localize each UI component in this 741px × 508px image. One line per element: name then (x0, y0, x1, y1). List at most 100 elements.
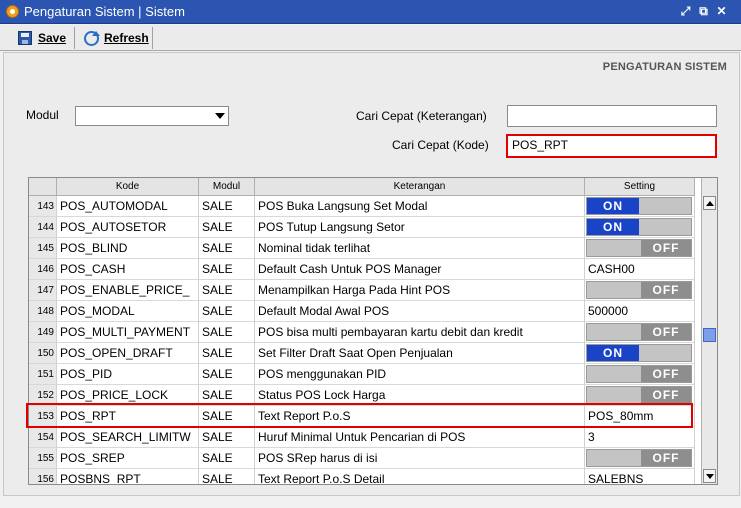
cell-modul[interactable]: SALE (199, 448, 255, 469)
toggle-switch[interactable]: ON (586, 197, 692, 215)
cell-setting[interactable]: 3 (585, 427, 695, 448)
table-row[interactable]: 151 POS_PID SALE POS menggunakan PID OFF (29, 364, 695, 385)
table-row[interactable]: 154 POS_SEARCH_LIMITW SALE Huruf Minimal Un… (29, 427, 695, 448)
cell-modul[interactable]: SALE (199, 217, 255, 238)
cell-modul[interactable]: SALE (199, 469, 255, 484)
save-button[interactable]: Save (14, 28, 70, 48)
cell-setting[interactable]: CASH00 (585, 259, 695, 280)
cell-keterangan[interactable]: Huruf Minimal Untuk Pencarian di POS (255, 427, 585, 448)
row-number[interactable]: 144 (29, 217, 57, 238)
cell-kode[interactable]: POS_PID (57, 364, 199, 385)
cell-kode[interactable]: POS_SEARCH_LIMITW (57, 427, 199, 448)
cell-modul[interactable]: SALE (199, 301, 255, 322)
row-number[interactable]: 145 (29, 238, 57, 259)
table-row[interactable]: 145 POS_BLIND SALE Nominal tidak terlihat OF… (29, 238, 695, 259)
row-number[interactable]: 147 (29, 280, 57, 301)
table-row[interactable]: 155 POS_SREP SALE POS SRep harus di isi OFF (29, 448, 695, 469)
cell-setting[interactable]: OFF (585, 280, 695, 301)
table-row[interactable]: 150 POS_OPEN_DRAFT SALE Set Filter Draft Sa… (29, 343, 695, 364)
cell-kode[interactable]: POS_AUTOSETOR (57, 217, 199, 238)
window-titlebar: Pengaturan Sistem | Sistem ⤢ ⧉ ✕ (0, 0, 741, 24)
cell-keterangan[interactable]: POS Tutup Langsung Setor (255, 217, 585, 238)
cell-kode[interactable]: POS_SREP (57, 448, 199, 469)
cell-keterangan[interactable]: POS Buka Langsung Set Modal (255, 196, 585, 217)
row-number[interactable]: 146 (29, 259, 57, 280)
cell-modul[interactable]: SALE (199, 343, 255, 364)
refresh-button[interactable]: Refresh (80, 28, 153, 48)
cell-keterangan[interactable]: Nominal tidak terlihat (255, 238, 585, 259)
cell-keterangan[interactable]: Set Filter Draft Saat Open Penjualan (255, 343, 585, 364)
cell-setting[interactable]: ON (585, 217, 695, 238)
cell-setting[interactable]: 500000 (585, 301, 695, 322)
table-row[interactable]: 143 POS_AUTOMODAL SALE POS Buka Langsung Se… (29, 196, 695, 217)
cell-modul[interactable]: SALE (199, 427, 255, 448)
row-number[interactable]: 155 (29, 448, 57, 469)
scroll-up-icon[interactable] (703, 196, 716, 210)
toggle-switch[interactable]: OFF (586, 449, 692, 467)
cari-keterangan-input[interactable] (507, 105, 717, 127)
toggle-switch[interactable]: ON (586, 344, 692, 362)
row-number[interactable]: 143 (29, 196, 57, 217)
cell-kode[interactable]: POS_ENABLE_PRICE_ (57, 280, 199, 301)
cell-kode[interactable]: POS_MULTI_PAYMENT (57, 322, 199, 343)
cell-modul[interactable]: SALE (199, 322, 255, 343)
close-icon[interactable]: ✕ (714, 4, 729, 19)
table-row[interactable]: 148 POS_MODAL SALE Default Modal Awal POS 50… (29, 301, 695, 322)
header-setting[interactable]: Setting (585, 178, 695, 196)
cell-kode[interactable]: POS_MODAL (57, 301, 199, 322)
table-row[interactable]: 149 POS_MULTI_PAYMENT SALE POS bisa multi p… (29, 322, 695, 343)
cari-kode-input[interactable]: POS_RPT (506, 134, 717, 158)
table-row[interactable]: 156 POSBNS_RPT SALE Text Report P.o.S Detai… (29, 469, 695, 484)
table-row[interactable]: 147 POS_ENABLE_PRICE_ SALE Menampilkan Harg… (29, 280, 695, 301)
header-keterangan[interactable]: Keterangan (255, 178, 585, 196)
cell-keterangan[interactable]: Menampilkan Harga Pada Hint POS (255, 280, 585, 301)
header-modul[interactable]: Modul (199, 178, 255, 196)
cell-setting[interactable]: OFF (585, 448, 695, 469)
row-number[interactable]: 156 (29, 469, 57, 484)
cell-keterangan[interactable]: POS SRep harus di isi (255, 448, 585, 469)
chevron-down-icon[interactable] (215, 113, 225, 119)
row-number[interactable]: 149 (29, 322, 57, 343)
row-number[interactable]: 151 (29, 364, 57, 385)
cell-keterangan[interactable]: POS menggunakan PID (255, 364, 585, 385)
cell-kode[interactable]: POS_CASH (57, 259, 199, 280)
cell-keterangan[interactable]: Text Report P.o.S Detail (255, 469, 585, 484)
header-kode[interactable]: Kode (57, 178, 199, 196)
cell-kode[interactable]: POSBNS_RPT (57, 469, 199, 484)
cell-modul[interactable]: SALE (199, 364, 255, 385)
restore-icon[interactable]: ⤢ (678, 4, 693, 19)
row-number[interactable]: 148 (29, 301, 57, 322)
toggle-switch[interactable]: OFF (586, 365, 692, 383)
cell-keterangan[interactable]: POS bisa multi pembayaran kartu debit da… (255, 322, 585, 343)
cell-modul[interactable]: SALE (199, 196, 255, 217)
cell-modul[interactable]: SALE (199, 238, 255, 259)
toggle-switch[interactable]: OFF (586, 323, 692, 341)
toggle-off-label: OFF (641, 282, 691, 298)
table-row[interactable]: 144 POS_AUTOSETOR SALE POS Tutup Langsung S… (29, 217, 695, 238)
cell-setting[interactable]: OFF (585, 238, 695, 259)
toggle-switch[interactable]: ON (586, 218, 692, 236)
cell-modul[interactable]: SALE (199, 259, 255, 280)
cell-setting[interactable]: OFF (585, 364, 695, 385)
row-number[interactable]: 154 (29, 427, 57, 448)
cell-setting[interactable]: ON (585, 343, 695, 364)
scroll-down-icon[interactable] (703, 469, 716, 483)
cell-setting[interactable]: OFF (585, 322, 695, 343)
cell-setting[interactable]: ON (585, 196, 695, 217)
cell-keterangan[interactable]: Default Modal Awal POS (255, 301, 585, 322)
modul-select[interactable] (75, 106, 229, 126)
row-number[interactable]: 150 (29, 343, 57, 364)
cell-keterangan[interactable]: Default Cash Untuk POS Manager (255, 259, 585, 280)
cell-kode[interactable]: POS_AUTOMODAL (57, 196, 199, 217)
maximize-icon[interactable]: ⧉ (696, 4, 711, 19)
table-row[interactable]: 146 POS_CASH SALE Default Cash Untuk POS Ma… (29, 259, 695, 280)
vertical-scrollbar[interactable] (701, 178, 717, 484)
cell-kode[interactable]: POS_BLIND (57, 238, 199, 259)
cell-modul[interactable]: SALE (199, 280, 255, 301)
toggle-switch[interactable]: OFF (586, 386, 692, 404)
scroll-thumb[interactable] (703, 328, 716, 342)
toggle-switch[interactable]: OFF (586, 239, 692, 257)
toggle-switch[interactable]: OFF (586, 281, 692, 299)
cell-kode[interactable]: POS_OPEN_DRAFT (57, 343, 199, 364)
cell-setting[interactable]: SALEBNS (585, 469, 695, 484)
